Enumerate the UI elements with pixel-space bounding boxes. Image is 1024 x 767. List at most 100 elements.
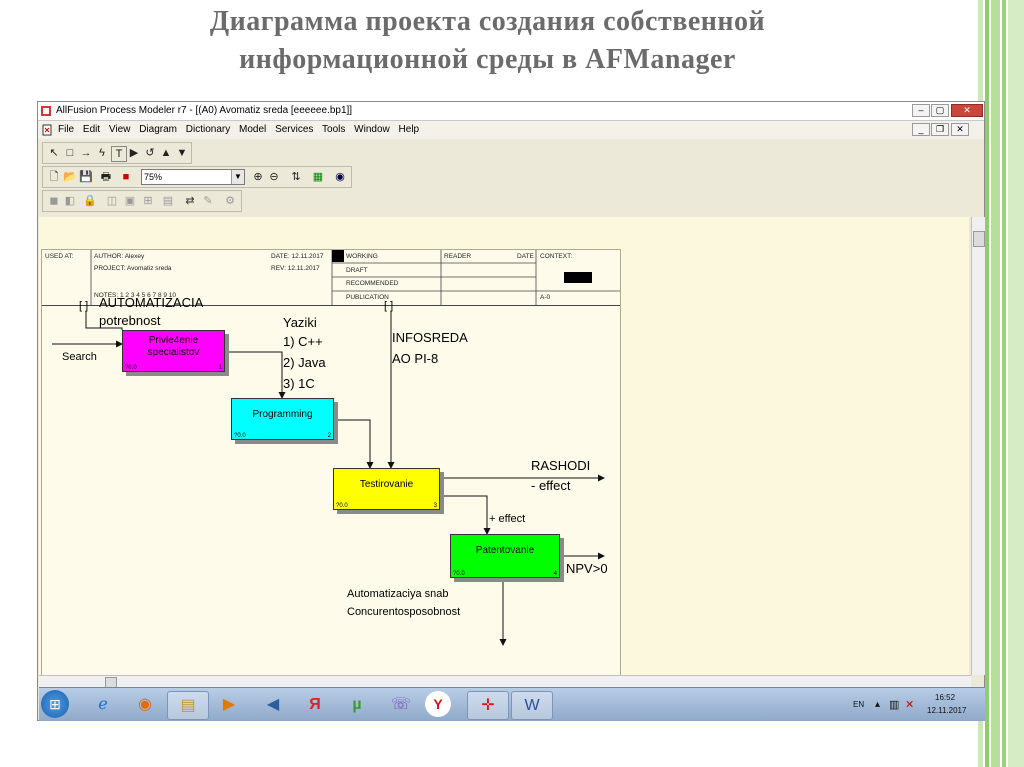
color-icon[interactable]: ■ xyxy=(119,170,133,184)
activity-box-2-num: ?0.0 xyxy=(234,433,246,439)
volume-muted-icon[interactable]: ✕ xyxy=(905,698,914,711)
menu-diagram[interactable]: Diagram xyxy=(139,124,177,135)
menu-window[interactable]: Window xyxy=(354,124,390,135)
utorrent-icon[interactable]: µ xyxy=(337,691,377,718)
child-restore-button[interactable]: ❐ xyxy=(931,123,949,136)
yandex-icon[interactable]: Я xyxy=(295,691,335,718)
drawing-toolbar: ↖ □ → ϟ T ▶ ↺ ▲ ▼ xyxy=(42,142,192,164)
go-up-icon[interactable]: ▲ xyxy=(159,146,173,160)
menu-edit[interactable]: Edit xyxy=(83,124,100,135)
label-npv: NPV>0 xyxy=(566,561,608,576)
activity-box-3[interactable]: Testirovanie ?0.0 3 xyxy=(333,468,440,510)
network-icon[interactable]: ▥ xyxy=(889,698,899,711)
start-button[interactable]: ⊞ xyxy=(41,690,69,718)
label-plus-effect: + effect xyxy=(489,513,526,525)
slide-title-line-1: Диаграмма проекта создания собственной xyxy=(209,6,766,37)
open-icon[interactable]: 📂 xyxy=(63,170,77,184)
firefox-icon[interactable]: ◉ xyxy=(125,691,165,718)
diagram-canvas[interactable]: USED AT: AUTHOR: Alexey PROJECT: Avomati… xyxy=(39,217,969,687)
activity-box-2[interactable]: Programming ?0.0 2 xyxy=(231,398,334,440)
close-button[interactable]: ✕ xyxy=(951,104,983,117)
model-explorer-icon[interactable]: ⇅ xyxy=(289,170,303,184)
activity-box-1-num: ?0.0 xyxy=(125,365,137,371)
model-mart-icon[interactable]: ◼ xyxy=(47,194,61,208)
zoom-out-icon[interactable]: ⊖ xyxy=(267,170,281,184)
taskbar: ⊞ ℯ ◉ ▤ ▶ ◀ Я µ ☏ Y ✛ W EN ▴ ▥ ✕ 16:52 1… xyxy=(39,687,985,721)
clock-date[interactable]: 12.11.2017 xyxy=(927,706,966,715)
decor-rail-4 xyxy=(1002,0,1006,767)
menu-bar: File Edit View Diagram Dictionary Model … xyxy=(38,121,984,139)
app-icon xyxy=(41,106,51,116)
window-title: AllFusion Process Modeler r7 - [(A0) Avo… xyxy=(56,105,353,116)
chevron-down-icon[interactable]: ▼ xyxy=(231,170,244,184)
sync-icon[interactable]: ⇄ xyxy=(183,194,197,208)
label-cpp: 1) C++ xyxy=(283,334,323,349)
menu-dictionary[interactable]: Dictionary xyxy=(186,124,230,135)
tunnel-marker-2: [ ] xyxy=(384,300,394,312)
lock-icon[interactable]: 🔒 xyxy=(83,194,97,208)
pointer-tool-icon[interactable]: ↖ xyxy=(47,146,61,160)
slide-title-line-2: информационной среды в AFManager xyxy=(239,44,736,75)
text-tool-icon[interactable]: T xyxy=(111,146,127,162)
word-icon[interactable]: W xyxy=(511,691,553,720)
viber-icon[interactable]: ☏ xyxy=(381,691,421,718)
zoom-select[interactable]: 75% ▼ xyxy=(141,169,245,185)
label-1c: 3) 1C xyxy=(283,376,315,391)
child-minimize-button[interactable]: _ xyxy=(912,123,930,136)
model-toolbar: ◼ ◧ 🔒 ◫ ▣ ⊞ ▤ ⇄ ✎ ⚙ xyxy=(42,190,242,212)
menu-tools[interactable]: Tools xyxy=(322,124,345,135)
ie-icon[interactable]: ℯ xyxy=(83,691,123,718)
menu-file[interactable]: File xyxy=(58,124,74,135)
label-ao-pi-8: AO PI-8 xyxy=(392,351,439,366)
tunnel-marker-1: [ ] xyxy=(79,300,89,312)
globe-icon[interactable]: ◉ xyxy=(333,170,347,184)
process-modeler-icon[interactable]: ✛ xyxy=(467,691,509,720)
new-icon[interactable]: 🗋 xyxy=(47,170,61,184)
maximize-button[interactable]: ▢ xyxy=(931,104,949,117)
mart-edit-icon[interactable]: ✎ xyxy=(201,194,215,208)
language-indicator[interactable]: EN xyxy=(853,700,864,709)
yandex-browser-icon[interactable]: Y xyxy=(425,691,451,717)
mart-connect-icon[interactable]: ◧ xyxy=(63,194,77,208)
activity-box-2-idx: 2 xyxy=(327,433,331,439)
print-icon[interactable]: 🖶 xyxy=(99,170,113,184)
activity-box-3-num: ?0.0 xyxy=(336,503,348,509)
label-rashodi: RASHODI xyxy=(531,458,591,473)
reports-icon[interactable]: ▦ xyxy=(311,170,325,184)
speaker-icon[interactable]: ◀ xyxy=(253,691,293,718)
arrow-tool-icon[interactable]: → xyxy=(79,146,93,160)
clock-time[interactable]: 16:52 xyxy=(935,693,955,702)
save-icon[interactable]: 💾 xyxy=(79,170,93,184)
decor-rail-5 xyxy=(1008,0,1024,767)
vertical-scroll-thumb[interactable] xyxy=(973,231,985,247)
activity-box-1[interactable]: Privle4enie specialistov ?0.0 1 xyxy=(122,330,225,372)
minimize-button[interactable]: – xyxy=(912,104,930,117)
activity-box-3-idx: 3 xyxy=(433,503,437,509)
rotate-icon[interactable]: ↺ xyxy=(143,146,157,160)
go-down-icon[interactable]: ▼ xyxy=(175,146,189,160)
mart-settings-icon[interactable]: ⚙ xyxy=(223,194,237,208)
squiggle-tool-icon[interactable]: ϟ xyxy=(95,146,109,160)
menu-view[interactable]: View xyxy=(109,124,131,135)
zoom-value: 75% xyxy=(144,172,163,182)
mart-grid-icon[interactable]: ▤ xyxy=(161,194,175,208)
media-player-icon[interactable]: ▶ xyxy=(209,691,249,718)
explorer-icon[interactable]: ▤ xyxy=(167,691,209,720)
triangle-right-icon[interactable]: ▶ xyxy=(127,146,141,160)
mart-save-icon[interactable]: ▣ xyxy=(123,194,137,208)
child-close-button[interactable]: ✕ xyxy=(951,123,969,136)
mart-open-icon[interactable]: ◫ xyxy=(105,194,119,208)
vertical-scrollbar[interactable] xyxy=(971,217,985,675)
title-bar: AllFusion Process Modeler r7 - [(A0) Avo… xyxy=(38,102,984,121)
box-tool-icon[interactable]: □ xyxy=(63,146,77,160)
label-java: 2) Java xyxy=(283,355,326,370)
label-search: Search xyxy=(62,351,97,363)
menu-help[interactable]: Help xyxy=(399,124,420,135)
menu-model[interactable]: Model xyxy=(239,124,266,135)
zoom-in-icon[interactable]: ⊕ xyxy=(251,170,265,184)
activity-box-4[interactable]: Patentovanie ?0.0 4 xyxy=(450,534,560,578)
mart-merge-icon[interactable]: ⊞ xyxy=(141,194,155,208)
tray-arrow-icon[interactable]: ▴ xyxy=(875,699,880,710)
doc-icon xyxy=(42,124,52,136)
menu-services[interactable]: Services xyxy=(275,124,313,135)
